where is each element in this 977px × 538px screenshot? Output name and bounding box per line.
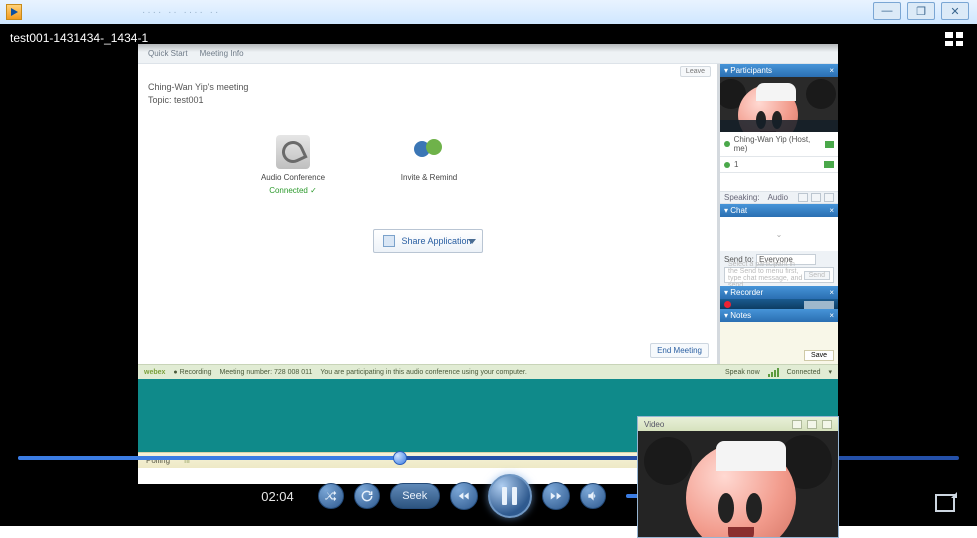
recorder-bar[interactable] [720, 299, 838, 309]
seek-fill [18, 456, 400, 460]
repeat-button[interactable] [354, 483, 380, 509]
leave-button[interactable]: Leave [680, 66, 711, 77]
topic-line: Topic: test001 [148, 95, 707, 105]
fullscreen-button[interactable] [935, 494, 955, 512]
phone-icon [276, 135, 310, 169]
share-application-button[interactable]: Share Application [373, 229, 483, 253]
webex-main-panel: Leave Ching-Wan Yip's meeting Topic: tes… [138, 64, 720, 364]
chat-placeholder: Select a participant in the Send to menu… [728, 261, 804, 289]
video-title: test001-1431434-_1434-1 [10, 31, 148, 45]
share-icon [383, 235, 395, 247]
time-elapsed: 02:04 [261, 489, 294, 504]
participant-row[interactable]: Ching-Wan Yip (Host, me) [720, 132, 838, 157]
participant-name: Ching-Wan Yip (Host, me) [734, 135, 821, 153]
app-icon [6, 4, 22, 20]
record-icon [724, 301, 731, 308]
minimize-button[interactable]: — [873, 2, 901, 20]
fast-forward-button[interactable] [542, 482, 570, 510]
participant-count: 1 [734, 160, 738, 169]
presence-dot-icon [724, 162, 730, 168]
close-icon[interactable]: × [829, 206, 834, 215]
close-icon[interactable]: × [829, 288, 834, 297]
recorder-title: ▾ Recorder [724, 288, 763, 297]
webcam-thumbnail[interactable] [720, 77, 838, 132]
shuffle-button[interactable] [318, 483, 344, 509]
faded-menu: ···· ·· ···· ·· [142, 7, 220, 18]
meeting-number: Meeting number: 728 008 011 [220, 369, 313, 376]
speak-now: Speak now [725, 369, 760, 376]
close-icon[interactable]: × [829, 66, 834, 75]
chat-textarea[interactable]: Select a participant in the Send to menu… [724, 267, 834, 283]
notes-title: ▾ Notes [724, 311, 751, 320]
panel-icon[interactable] [824, 193, 834, 202]
connected-status: Connected [787, 369, 821, 376]
volume-button[interactable] [580, 483, 606, 509]
participants-title: ▾ Participants [724, 66, 772, 75]
audio-label: Audio Conference [261, 173, 325, 182]
connected-label: Connected ✓ [269, 186, 317, 195]
share-label: Share Application [401, 236, 471, 246]
seek-thumb[interactable] [393, 451, 407, 465]
speaking-label: Speaking: [724, 193, 760, 202]
audio-conference-block[interactable]: Audio Conference Connected ✓ [258, 135, 328, 195]
audio-note: You are participating in this audio conf… [320, 369, 526, 376]
seek-button[interactable]: Seek [390, 483, 440, 509]
chat-input-area: Send to: Everyone Select a participant i… [720, 251, 838, 286]
player-container: test001-1431434-_1434-1 Quick Start Meet… [0, 24, 977, 526]
restore-button[interactable]: ❐ [907, 2, 935, 20]
video-window-title: Video [644, 420, 664, 429]
notes-save-button[interactable]: Save [804, 350, 834, 361]
end-meeting-button[interactable]: End Meeting [650, 343, 709, 358]
panel-icon[interactable] [811, 193, 821, 202]
chat-send-button[interactable]: Send [804, 271, 830, 280]
recorder-header[interactable]: ▾ Recorder × [720, 286, 838, 299]
presence-dot-icon [724, 141, 730, 147]
notes-header[interactable]: ▾ Notes × [720, 309, 838, 322]
camera-icon [825, 141, 834, 148]
video-ctrl-icon[interactable] [792, 420, 802, 429]
webex-side-panels: ▾ Participants × Ching-Wan Yip (Host, me… [720, 64, 838, 364]
webex-statusbar: webex ● Recording Meeting number: 728 00… [138, 364, 838, 379]
chevron-down-icon [468, 239, 476, 244]
camera-icon [824, 161, 834, 168]
webcam-controls[interactable] [720, 120, 838, 132]
close-icon[interactable]: × [829, 311, 834, 320]
video-window-body [638, 431, 838, 537]
audio-tab-row: Speaking: Audio [720, 191, 838, 204]
signal-icon [768, 368, 779, 377]
webex-logo: webex [144, 369, 165, 376]
play-pause-button[interactable] [488, 474, 532, 518]
host-line: Ching-Wan Yip's meeting [148, 82, 707, 92]
panel-icon[interactable] [798, 193, 808, 202]
notes-body[interactable]: Save [720, 322, 838, 364]
close-button[interactable]: ✕ [941, 2, 969, 20]
video-title-overlay: test001-1431434-_1434-1 [0, 24, 977, 52]
rewind-button[interactable] [450, 482, 478, 510]
recording-indicator: ● Recording [173, 369, 211, 376]
pause-icon [502, 487, 517, 505]
audio-tab[interactable]: Audio [768, 193, 788, 202]
people-icon [412, 135, 446, 169]
floating-video-window[interactable]: Video [637, 416, 839, 538]
chat-header[interactable]: ▾ Chat × [720, 204, 838, 217]
layout-grid-button[interactable] [945, 32, 963, 46]
video-ctrl-icon[interactable] [822, 420, 832, 429]
video-window-header[interactable]: Video [638, 417, 838, 431]
video-ctrl-icon[interactable] [807, 420, 817, 429]
participants-header[interactable]: ▾ Participants × [720, 64, 838, 77]
invite-label: Invite & Remind [401, 173, 457, 182]
status-menu[interactable]: ▾ [828, 368, 832, 376]
chat-title: ▾ Chat [724, 206, 747, 215]
invite-remind-block[interactable]: Invite & Remind [394, 135, 464, 195]
chat-body: ⌄ [720, 217, 838, 251]
os-titlebar: ···· ·· ···· ·· — ❐ ✕ [0, 0, 977, 24]
participant-row[interactable]: 1 [720, 157, 838, 173]
